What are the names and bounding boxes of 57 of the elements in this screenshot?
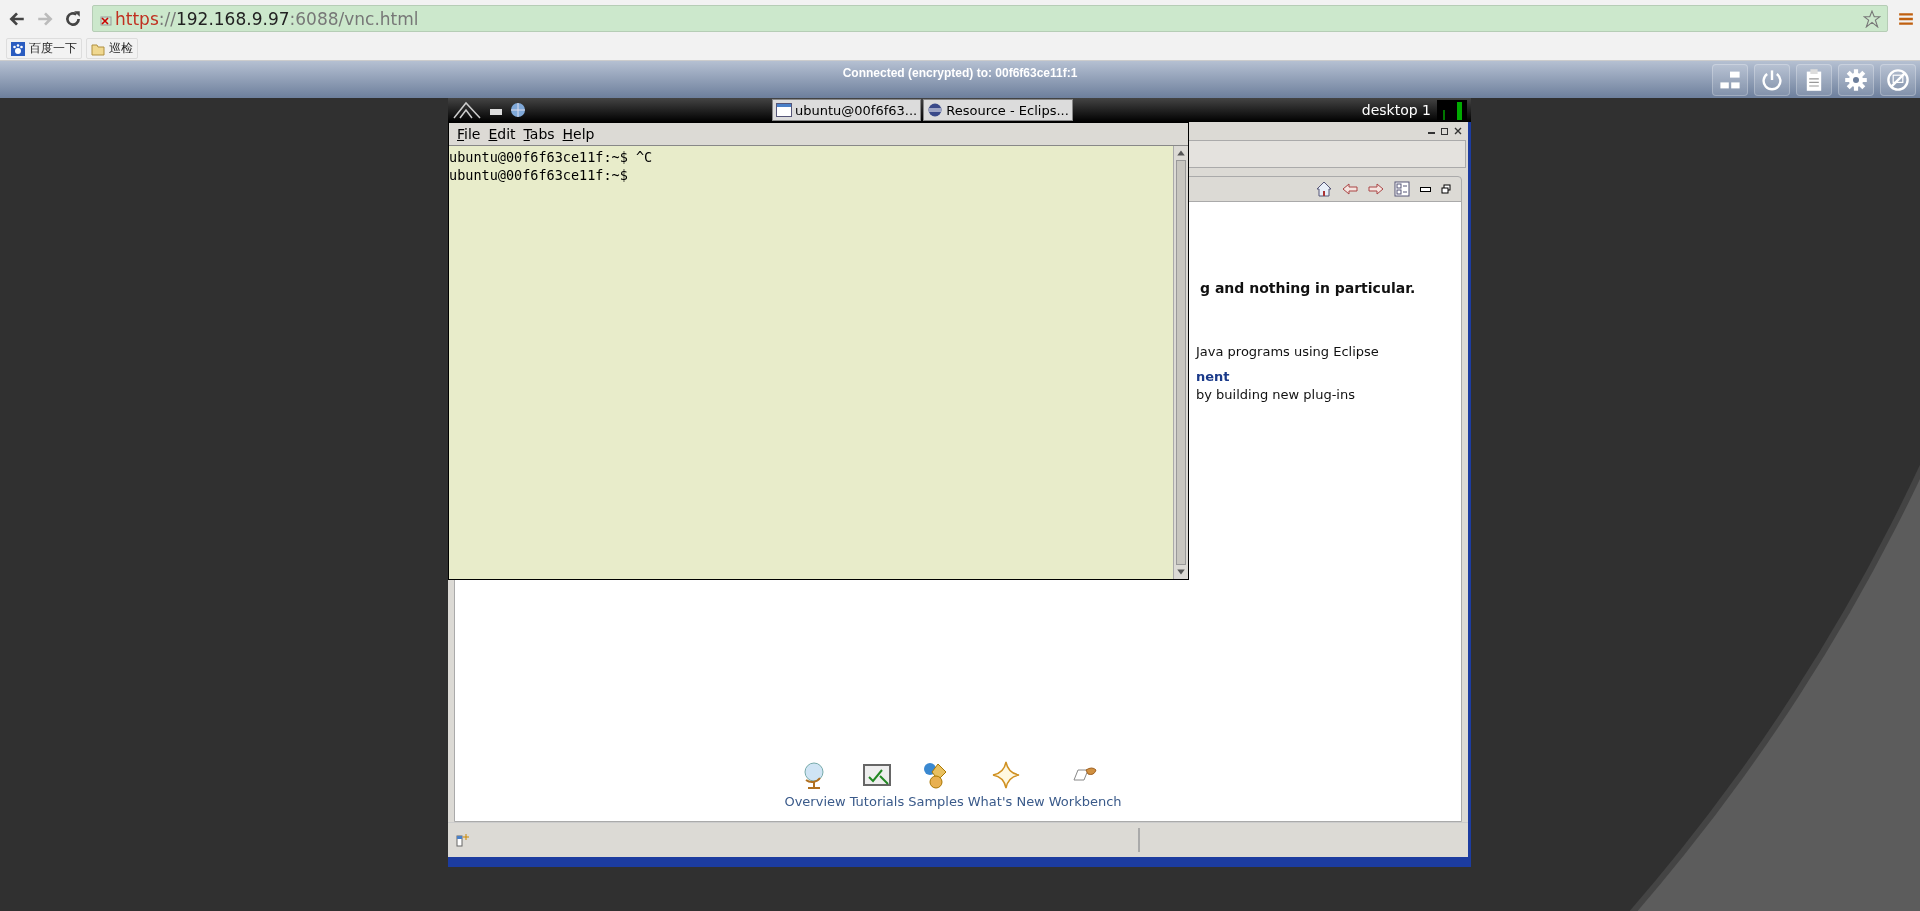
- menu-item[interactable]: Help: [562, 126, 595, 142]
- bookmark-star-icon[interactable]: [1863, 9, 1881, 28]
- terminal-line: ubuntu@00f6f63ce11f:~$ ^C: [449, 148, 654, 166]
- forward-arrow-icon[interactable]: [1368, 181, 1384, 197]
- paw-icon: [11, 41, 25, 56]
- start-menu-icon[interactable]: [452, 101, 482, 119]
- nav-link[interactable]: Overview: [784, 794, 846, 809]
- scroll-thumb[interactable]: [1176, 160, 1186, 565]
- scroll-down-icon[interactable]: [1176, 567, 1186, 577]
- terminal-icon: [776, 103, 792, 117]
- home-icon[interactable]: [1316, 181, 1332, 197]
- section-description: Java programs using Eclipse: [1196, 344, 1380, 359]
- section-description: by building new plug-ins: [1196, 387, 1356, 402]
- bookmark-label[interactable]: 巡检: [109, 40, 133, 58]
- restore-view-icon[interactable]: [1441, 184, 1451, 194]
- bookmark-label[interactable]: 百度一下: [29, 40, 77, 58]
- taskbar-button[interactable]: Resource - Eclips...: [923, 99, 1073, 121]
- power-icon: [1760, 67, 1784, 92]
- url-text[interactable]: https://192.168.9.97:6088/vnc.html: [115, 8, 1861, 29]
- nav-link[interactable]: What's New: [967, 794, 1045, 809]
- extra-keys-button[interactable]: [1712, 63, 1748, 96]
- nav-link[interactable]: Tutorials: [849, 794, 905, 809]
- scroll-up-icon[interactable]: [1176, 148, 1186, 158]
- power-button[interactable]: [1754, 63, 1790, 96]
- reload-icon[interactable]: [64, 9, 82, 28]
- folder-icon: [91, 41, 105, 56]
- sparkle-icon[interactable]: [991, 760, 1022, 790]
- bookmark[interactable]: 百度一下: [6, 38, 82, 60]
- taskbar-button[interactable]: ubuntu@00f6f63...: [772, 99, 922, 121]
- scrollbar[interactable]: [1173, 146, 1188, 579]
- settings-button[interactable]: [1838, 63, 1874, 96]
- address-bar[interactable]: https://192.168.9.97:6088/vnc.html: [92, 5, 1888, 33]
- globe-icon[interactable]: [510, 102, 526, 118]
- disconnect-button[interactable]: [1880, 63, 1916, 96]
- fast-view-icon[interactable]: [456, 833, 470, 847]
- maximize-icon[interactable]: [1441, 127, 1448, 135]
- eclipse-icon: [927, 103, 944, 117]
- menu-icon[interactable]: [1898, 10, 1914, 27]
- welcome-heading: g and nothing in particular.: [1200, 280, 1416, 296]
- settings-icon: [1844, 67, 1868, 92]
- nav-link[interactable]: Workbench: [1048, 794, 1122, 809]
- bookmark[interactable]: 巡检: [86, 38, 138, 60]
- nav-link[interactable]: Samples: [908, 794, 964, 809]
- customize-page-icon[interactable]: [1394, 181, 1410, 197]
- menu-item[interactable]: File: [457, 126, 481, 142]
- menu-item[interactable]: Tabs: [523, 126, 555, 142]
- section-link[interactable]: nent: [1196, 369, 1416, 387]
- back-arrow-icon[interactable]: [1342, 181, 1358, 197]
- menu-item[interactable]: Edit: [488, 126, 516, 142]
- terminal-line: ubuntu@00f6f63ce11f:~$: [449, 166, 629, 184]
- minimize-view-icon[interactable]: [1420, 186, 1431, 192]
- desktop-name[interactable]: desktop 1: [1361, 102, 1431, 118]
- connection-status: Connected (encrypted) to: 00f6f63ce11f:1: [842, 66, 1078, 80]
- disconnect-icon: [1886, 67, 1910, 92]
- close-icon[interactable]: [1454, 127, 1462, 135]
- clipboard-button[interactable]: [1796, 63, 1832, 96]
- cpu-monitor-icon: [1437, 100, 1467, 120]
